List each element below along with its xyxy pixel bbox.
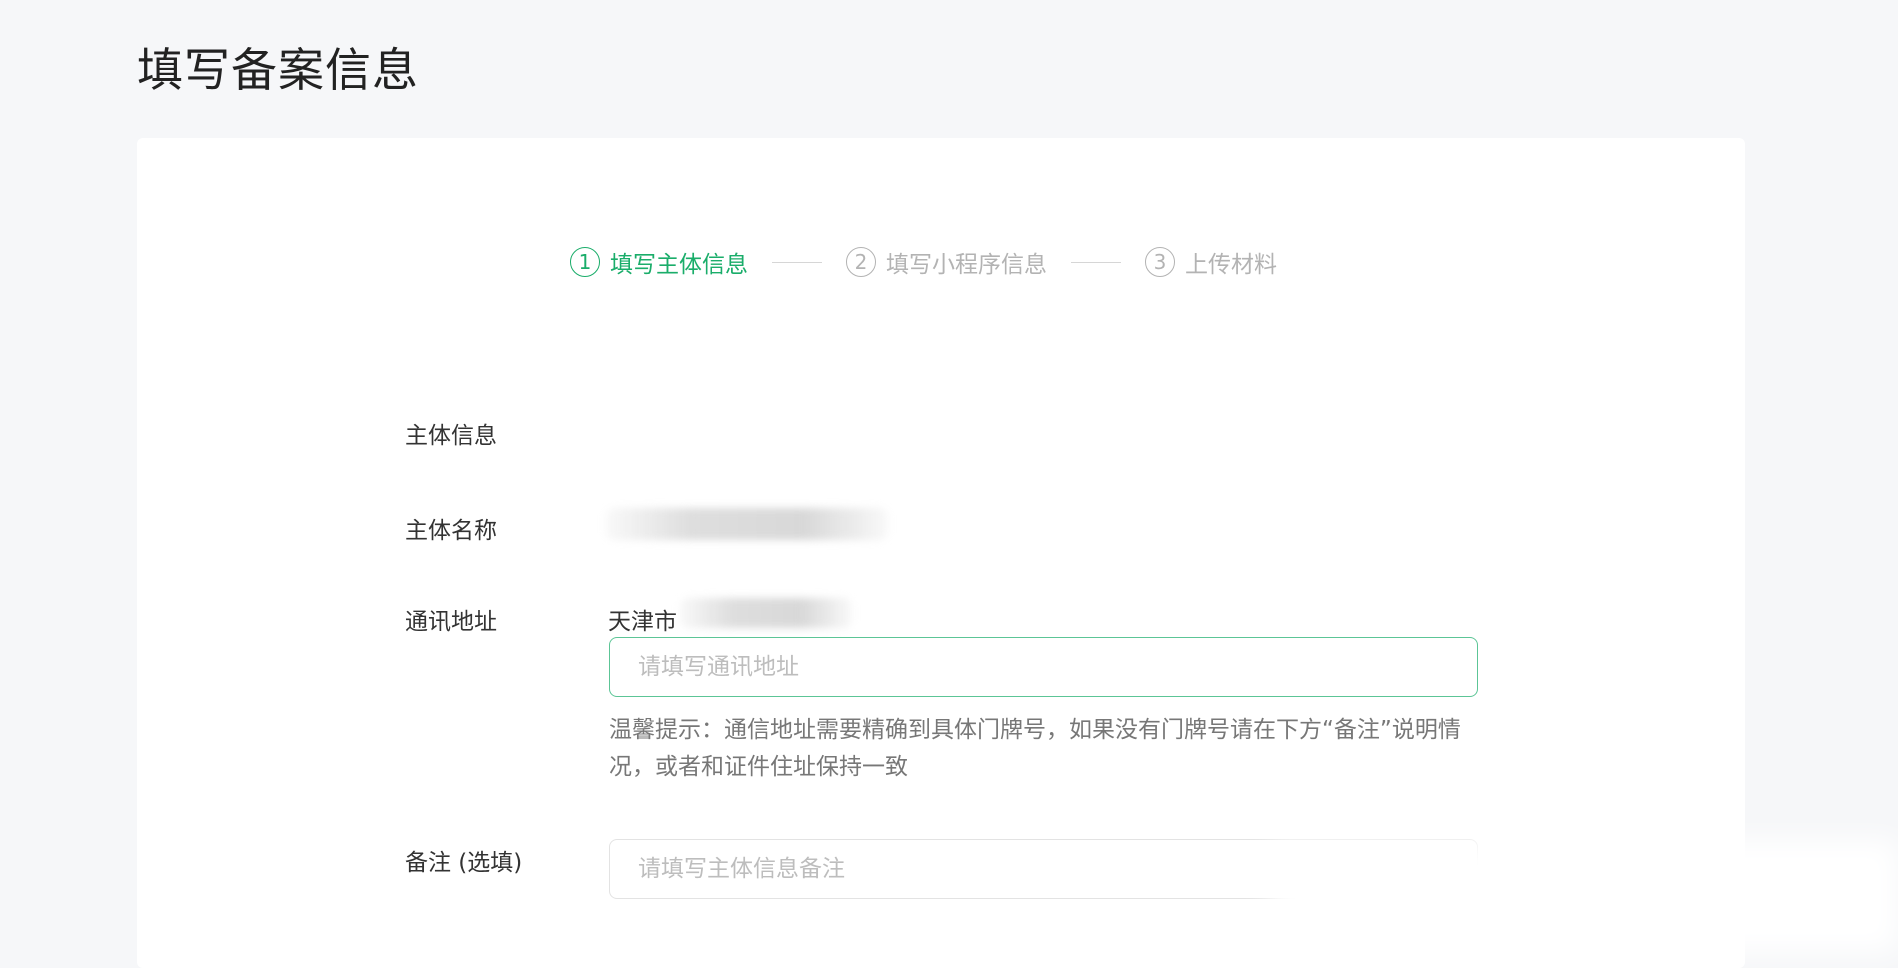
address-input[interactable] xyxy=(609,637,1478,697)
step-1-label: 填写主体信息 xyxy=(610,252,748,278)
step-3: 3 上传材料 xyxy=(1145,245,1277,279)
page-title: 填写备案信息 xyxy=(137,43,419,97)
address-hint: 温馨提示：通信地址需要精确到具体门牌号，如果没有门牌号请在下方“备注”说明情况，… xyxy=(609,717,1461,780)
section-title: 主体信息 xyxy=(405,423,497,449)
step-3-number: 3 xyxy=(1145,247,1175,277)
step-indicator: 1 填写主体信息 2 填写小程序信息 3 上传材料 xyxy=(570,245,1277,279)
step-3-label: 上传材料 xyxy=(1185,252,1277,278)
step-1: 1 填写主体信息 xyxy=(570,245,748,279)
step-2: 2 填写小程序信息 xyxy=(846,245,1047,279)
step-divider xyxy=(772,261,822,263)
step-divider xyxy=(1071,261,1121,263)
address-detail-redacted xyxy=(680,598,852,628)
address-city: 天津市 xyxy=(608,609,677,635)
address-label: 通讯地址 xyxy=(405,609,497,635)
step-2-number: 2 xyxy=(846,247,876,277)
subject-name-label: 主体名称 xyxy=(405,518,497,544)
remark-label: 备注 (选填) xyxy=(405,850,523,876)
step-1-number: 1 xyxy=(570,247,600,277)
step-2-label: 填写小程序信息 xyxy=(886,252,1047,278)
subject-name-value-redacted xyxy=(606,508,888,540)
screenshot-fade-overlay xyxy=(1270,840,1898,952)
